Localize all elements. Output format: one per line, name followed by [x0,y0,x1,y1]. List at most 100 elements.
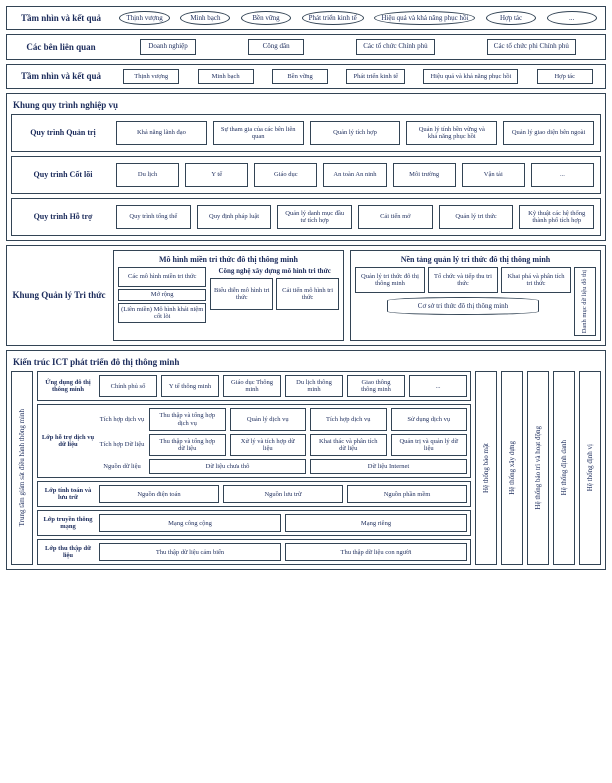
proc-box: Quản lý tri thức [439,205,514,229]
kf-side-label: Danh mục dữ liệu đô thị [581,270,588,333]
mini-row: Tích hợp Dữ liệu Thu thập và tổng hợp dữ… [99,434,467,456]
proc-box: Sự tham gia của các bên liên quan [213,121,304,145]
tier-service-data: Lớp hỗ trợ dịch vụ dữ liệu Tích hợp dịch… [37,404,471,478]
proc-box: Quy trình tổng thể [116,205,191,229]
tier-box: Thu thập dữ liệu cảm biến [99,543,281,561]
proc-box: An toàn An ninh [323,163,386,187]
section-title: Kiến trúc ICT phát triển đô thị thông mi… [13,357,601,367]
mini-lbl: Tích hợp dịch vụ [99,408,145,430]
proc-box: Quản lý danh mục đầu tư tích hợp [277,205,352,229]
kf-cell: (Liên miền) Mô hình khái niệm cốt lõi [118,303,206,323]
item-box: Hiệu quả và khả năng phục hồi [423,69,518,84]
app-box: Y tế thông minh [161,375,219,397]
support-row: Quy trình Hỗ trợ Quy trình tổng thể Quy … [11,198,601,236]
sub-items: Quy trình tổng thể Quy định pháp luật Qu… [116,205,594,229]
kf-left-grid: Các mô hình miền tri thức Mở rộng (Liên … [118,267,339,323]
row-items: Thịnh vượng Minh bạch Bền vững Phát triể… [117,11,599,25]
kf-left: Mô hình miền tri thức đô thị thông minh … [113,250,344,341]
proc-box: Cải tiến mở [358,205,433,229]
row-items: Thịnh vượng Minh bạch Bền vững Phát triể… [117,69,599,84]
row-label: Tầm nhìn và kết quả [13,71,109,81]
row-label: Tầm nhìn và kết quả [13,13,109,23]
sub-items: Khả năng lãnh đạo Sự tham gia của các bê… [116,121,594,145]
tier-sensing: Lớp thu thập dữ liệu Thu thập dữ liệu cả… [37,539,471,565]
tier-label: Lớp thu thập dữ liệu [41,545,95,559]
sub-items: Du lịch Y tế Giáo dục An toàn An ninh Mô… [116,163,594,187]
sub-label: Quy trình Cốt lõi [18,170,108,179]
sub-label: Quy trình Quản trị [18,128,108,137]
kf-wrap: Khung Quản lý Tri thức Mô hình miền tri … [11,250,601,341]
tier-label: Lớp hỗ trợ dịch vụ dữ liệu [41,408,95,474]
tier-label: Ứng dụng đô thị thông minh [41,379,95,393]
proc-box: Y tế [185,163,248,187]
mini-box: Thu thập và tổng hợp dịch vụ [149,408,226,430]
core-row: Quy trình Cốt lõi Du lịch Y tế Giáo dục … [11,156,601,194]
knowledge-framework: Khung Quản lý Tri thức Mô hình miền tri … [6,245,606,346]
kf-cell: Cải tiến mô hình tri thức [276,278,339,310]
tier-label: Lớp truyền thông mạng [41,516,95,530]
tier-items: Mạng công cộng Mạng riêng [99,514,467,532]
proc-box: Môi trường [393,163,456,187]
tier-items: Nguồn điện toán Nguồn lưu trữ Nguồn phần… [99,485,467,503]
kf-cell: Biểu diễn mô hình tri thức [210,278,273,310]
item-box: Minh bạch [198,69,254,84]
kf-subtitle: Công nghệ xây dựng mô hình tri thức [210,267,339,275]
proc-box: Quản lý tính bền vững và khả năng phục h… [406,121,497,145]
proc-box: Vận tải [462,163,525,187]
tier-compute: Lớp tính toán và lưu trữ Nguồn điện toán… [37,481,471,507]
proc-box: Giáo dục [254,163,317,187]
sub-label: Quy trình Hỗ trợ [18,212,108,221]
mini-row: Nguồn dữ liệu Dữ liệu chưa thô Dữ liệu I… [99,459,467,474]
mini-box: Quản lý dịch vụ [230,408,307,430]
proc-box: Quản lý giao diện bên ngoài [503,121,594,145]
section-title: Khung quy trình nghiệp vụ [13,100,601,110]
kf-left-title: Mô hình miền tri thức đô thị thông minh [118,255,339,264]
ict-wrap: Trung tâm giám sát điều hành thông minh … [11,371,601,565]
ict-right-3: Hệ thống bảo trì và hoạt động [527,371,549,565]
mini-box: Thu thập và tổng hợp dữ liệu [149,434,226,456]
proc-box: Quy định pháp luật [197,205,272,229]
cylinder: Cơ sở tri thức đô thị thông minh [387,297,538,315]
mini-lbl: Nguồn dữ liệu [99,459,145,474]
item-box: Hợp tác [537,69,593,84]
stakeholders-row: Các bên liên quan Doanh nghiệp Công dân … [6,34,606,60]
mini-lbl: Tích hợp Dữ liệu [99,434,145,456]
row-items: Doanh nghiệp Công dân Các tổ chức Chính … [117,39,599,55]
biz-framework: Khung quy trình nghiệp vụ Quy trình Quản… [6,93,606,241]
governance-row: Quy trình Quản trị Khả năng lãnh đạo Sự … [11,114,601,152]
kf-right: Nền tảng quản lý tri thức đô thị thông m… [350,250,601,341]
ict-right-4: Hệ thống định danh [553,371,575,565]
cloud-item: Hợp tác [486,11,536,25]
stakeholder-box: Các tổ chức Chính phủ [356,39,434,55]
stakeholder-box: Doanh nghiệp [140,39,196,55]
app-box: Giáo dục Thông minh [223,375,281,397]
kf-cell: Các mô hình miền tri thức [118,267,206,287]
item-box: Thịnh vượng [123,69,179,84]
tier-items: Chính phủ số Y tế thông minh Giáo dục Th… [99,375,467,397]
tier-box: Nguồn lưu trữ [223,485,343,503]
kf-side-cell: Danh mục dữ liệu đô thị [574,267,596,336]
ict-right-1: Hệ thống bảo mật [475,371,497,565]
proc-box: Du lịch [116,163,179,187]
kf-cell: Khai phá và phân tích tri thức [501,267,571,293]
proc-box: ... [531,163,594,187]
ict-left-side: Trung tâm giám sát điều hành thông minh [11,371,33,565]
mini-box: Sử dụng dịch vụ [391,408,468,430]
app-box: Chính phủ số [99,375,157,397]
proc-box: Quản lý tích hợp [310,121,401,145]
cloud-item: Phát triển kinh tế [302,11,364,25]
tier-label: Lớp tính toán và lưu trữ [41,487,95,501]
mini-row: Tích hợp dịch vụ Thu thập và tổng hợp dị… [99,408,467,430]
ict-main: Ứng dụng đô thị thông minh Chính phủ số … [37,371,471,565]
tier-box: Nguồn điện toán [99,485,219,503]
mini-box: Tích hợp dịch vụ [310,408,387,430]
ict-right-2: Hệ thống xây dựng [501,371,523,565]
kf-right-title: Nền tảng quản lý tri thức đô thị thông m… [355,255,596,264]
app-box: Du lịch thông minh [285,375,343,397]
proc-box: Kỹ thuật các hệ thống thành phố tích hợp [519,205,594,229]
cloud-item: Minh bạch [180,11,230,25]
cloud-item: Hiệu quả và khả năng phục hồi [374,11,475,25]
tier-box: Mạng riêng [285,514,467,532]
tier-apps: Ứng dụng đô thị thông minh Chính phủ số … [37,371,471,401]
ict-architecture: Kiến trúc ICT phát triển đô thị thông mi… [6,350,606,570]
